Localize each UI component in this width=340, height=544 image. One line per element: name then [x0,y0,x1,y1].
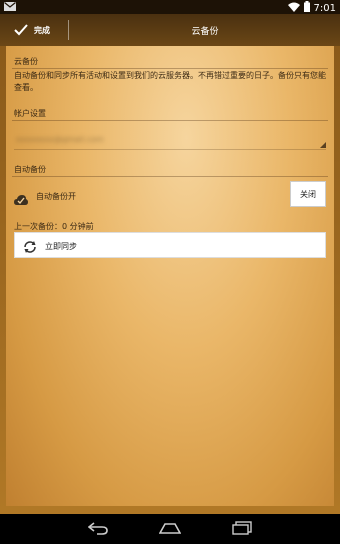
last-backup-text: 上一次备份：0 分钟前 [14,222,94,231]
section-divider [12,68,328,69]
back-icon[interactable] [87,520,108,539]
home-icon[interactable] [158,520,182,539]
status-bar: 7:01 [0,0,340,14]
cloud-check-icon [14,190,28,209]
battery-icon [303,1,310,15]
auto-backup-toggle-button[interactable]: 关闭 [290,181,326,207]
section-divider [12,176,328,177]
clock: 7:01 [313,2,336,14]
settings-card: 云备份 自动备份和同步所有活动和设置到我们的云服务器。不再错过重要的日子。备份只… [6,46,334,506]
auto-backup-label: 自动备份开 [36,192,76,201]
wifi-icon [287,2,300,15]
cloud-section-header: 云备份 [14,57,38,66]
dropdown-arrow-icon [320,142,326,148]
sync-now-label: 立即同步 [45,242,77,251]
section-divider [12,120,328,121]
action-bar: 完成 云备份 [0,14,340,46]
system-nav-bar [0,514,340,544]
auto-backup-row: 自动备份开 [14,185,326,207]
refresh-icon [23,239,37,258]
page-title: 云备份 [191,26,219,37]
check-icon [14,21,28,40]
account-spinner[interactable]: xxxxxxxx@gmail.com [14,129,326,150]
account-value: xxxxxxxx@gmail.com [16,135,104,143]
done-label: 完成 [34,25,50,35]
cloud-description: 自动备份和同步所有活动和设置到我们的云服务器。不再错过重要的日子。备份只有您能查… [14,71,326,92]
mail-icon [4,2,16,14]
auto-backup-section-header: 自动备份 [14,165,46,174]
recent-apps-icon[interactable] [232,520,252,539]
sync-now-button[interactable]: 立即同步 [14,232,326,258]
action-bar-divider [68,20,69,40]
account-section-header: 帐户设置 [14,109,46,118]
done-button[interactable]: 完成 [0,14,68,46]
